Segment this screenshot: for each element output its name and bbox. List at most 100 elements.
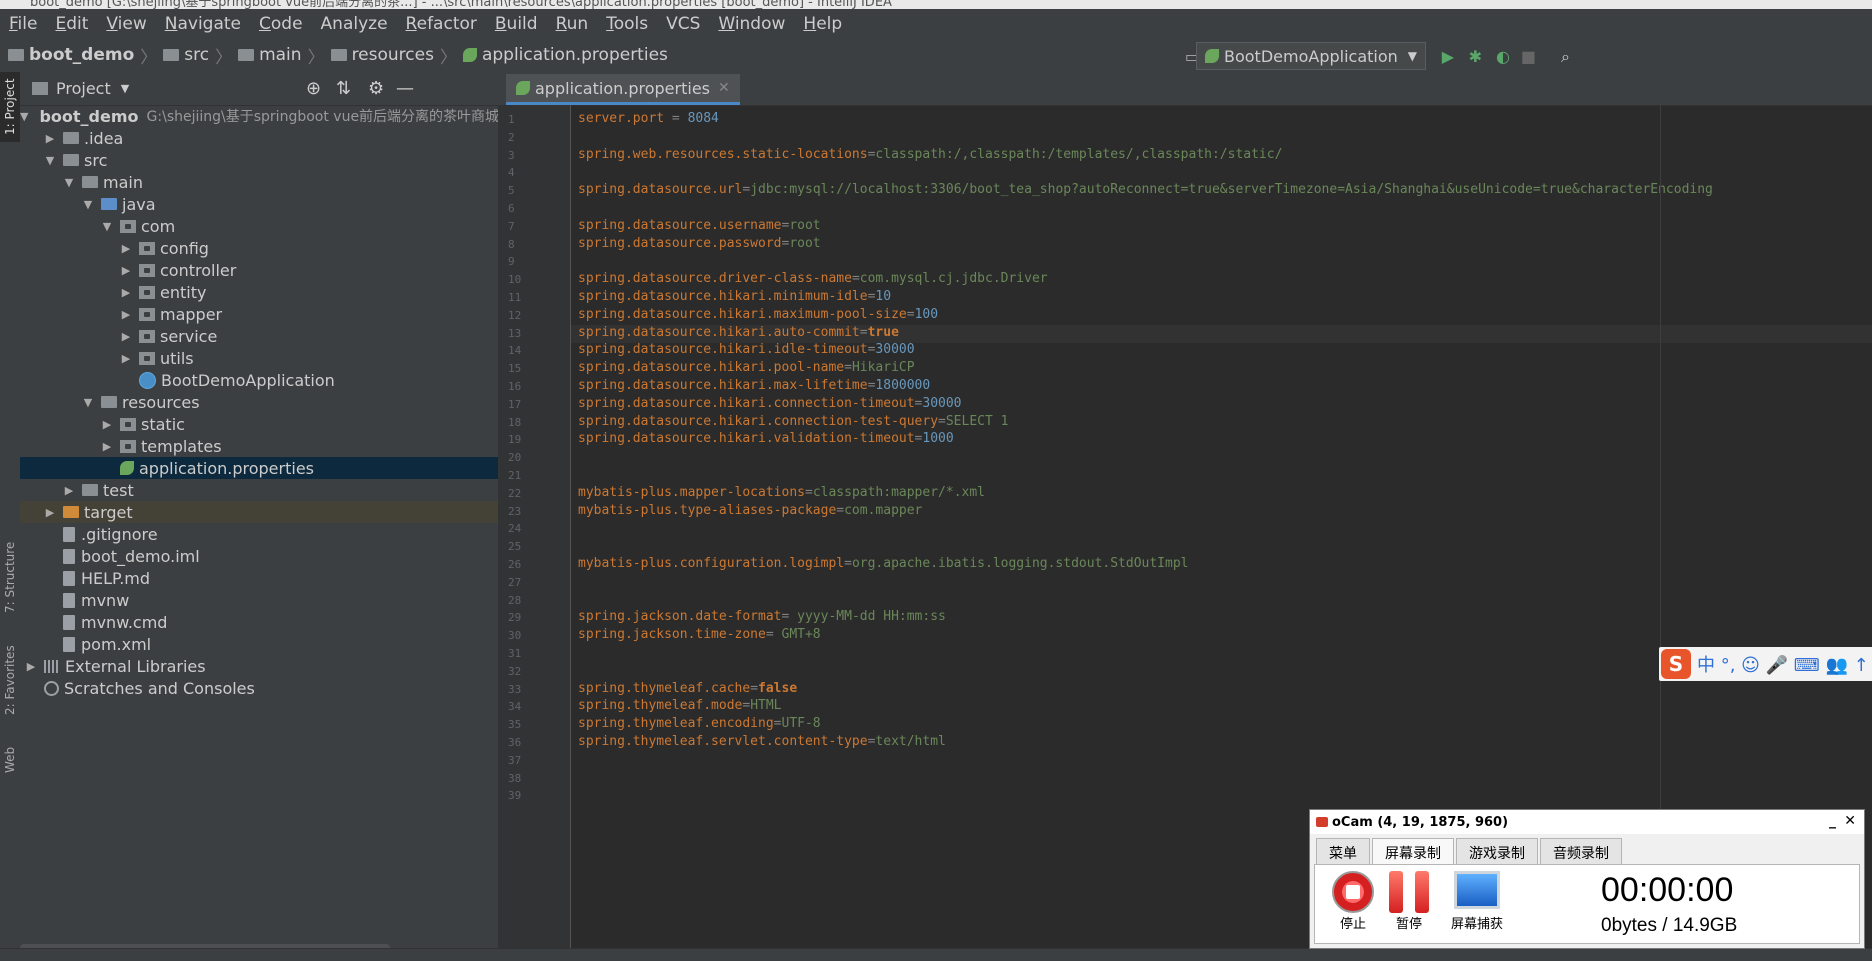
collapsed-arrow-icon[interactable]: ▶: [119, 286, 133, 299]
project-panel-title[interactable]: Project: [56, 79, 111, 98]
ime-toolbar[interactable]: S 中 °, ☺ 🎤 ⌨ 👥 ↑: [1659, 647, 1872, 681]
folder-icon: [8, 49, 24, 61]
expanded-arrow-icon[interactable]: ▼: [62, 176, 76, 189]
minimize-icon[interactable]: _: [1829, 813, 1836, 829]
tree-item-bootdemoapplication[interactable]: BootDemoApplication: [20, 369, 498, 391]
tree-item-scratches-and-consoles[interactable]: Scratches and Consoles: [20, 677, 498, 699]
property-separator: =: [844, 360, 852, 376]
tree-item-config[interactable]: ▶ config: [20, 237, 498, 259]
breadcrumb-item[interactable]: src: [184, 45, 209, 65]
tree-item-utils[interactable]: ▶ utils: [20, 347, 498, 369]
collapsed-arrow-icon[interactable]: ▶: [119, 308, 133, 321]
stop-button[interactable]: 停止: [1323, 871, 1383, 932]
menu-build[interactable]: Build: [486, 14, 547, 34]
collapsed-arrow-icon[interactable]: ▶: [24, 660, 38, 673]
collapsed-arrow-icon[interactable]: ▶: [119, 242, 133, 255]
stop-icon[interactable]: ■: [1521, 47, 1536, 66]
tree-item-boot-demo[interactable]: ▼ boot_demo G:\shejiing\基于springboot vue前后…: [20, 105, 499, 127]
tree-item-controller[interactable]: ▶ controller: [20, 259, 498, 281]
tree-item-java[interactable]: ▼ java: [20, 193, 498, 215]
breadcrumb-item[interactable]: resources: [352, 45, 434, 65]
coverage-icon[interactable]: ◐: [1496, 47, 1510, 66]
expanded-arrow-icon[interactable]: ▼: [81, 198, 95, 211]
menu-view[interactable]: View: [97, 14, 155, 34]
breadcrumb-separator: 〉: [215, 47, 233, 68]
menu-vcs[interactable]: VCS: [657, 14, 709, 34]
menu-help[interactable]: Help: [794, 14, 851, 34]
menu-file[interactable]: File: [0, 14, 46, 34]
ime-glyphs[interactable]: 中 °, ☺ 🎤 ⌨ 👥 ↑: [1697, 651, 1869, 677]
gear-icon[interactable]: ⚙: [368, 78, 384, 99]
tree-item-service[interactable]: ▶ service: [20, 325, 498, 347]
breadcrumb-item[interactable]: application.properties: [482, 45, 668, 65]
line-number: 17: [508, 397, 522, 411]
breadcrumb-item[interactable]: main: [259, 45, 301, 65]
expanded-arrow-icon[interactable]: ▼: [20, 110, 28, 123]
collapsed-arrow-icon[interactable]: ▶: [100, 440, 114, 453]
menu-run[interactable]: Run: [547, 14, 598, 34]
tree-item-mapper[interactable]: ▶ mapper: [20, 303, 498, 325]
tree-item-boot-demo-iml[interactable]: boot_demo.iml: [20, 545, 498, 567]
hide-icon[interactable]: —: [396, 78, 414, 99]
menu-tools[interactable]: Tools: [597, 14, 657, 34]
expanded-arrow-icon[interactable]: ▼: [100, 220, 114, 233]
run-icon[interactable]: ▶: [1442, 47, 1454, 66]
file-icon: [63, 614, 75, 630]
menu-edit[interactable]: Edit: [46, 14, 97, 34]
tree-item--idea[interactable]: ▶ .idea: [20, 127, 498, 149]
line-number: 23: [508, 504, 522, 518]
tree-item-src[interactable]: ▼ src: [20, 149, 498, 171]
debug-icon[interactable]: ✱: [1469, 47, 1482, 66]
breadcrumb-item[interactable]: boot_demo: [29, 45, 134, 65]
collapse-all-icon[interactable]: ⇅: [336, 78, 351, 99]
collapsed-arrow-icon[interactable]: ▶: [100, 418, 114, 431]
pause-button[interactable]: 暂停: [1379, 871, 1439, 932]
tree-item-static[interactable]: ▶ static: [20, 413, 498, 435]
chevron-down-icon: ▼: [1407, 49, 1417, 63]
menu-analyze[interactable]: Analyze: [312, 14, 397, 34]
tree-item-help-md[interactable]: HELP.md: [20, 567, 498, 589]
collapsed-arrow-icon[interactable]: ▶: [43, 132, 57, 145]
close-icon[interactable]: ✕: [718, 80, 730, 96]
tree-item-label: utils: [160, 348, 194, 368]
tree-item-test[interactable]: ▶ test: [20, 479, 498, 501]
expanded-arrow-icon[interactable]: ▼: [81, 396, 95, 409]
collapsed-arrow-icon[interactable]: ▶: [43, 506, 57, 519]
tree-item--gitignore[interactable]: .gitignore: [20, 523, 498, 545]
window-title-bar: boot_demo [G:\shejiing\基于springboot vue前…: [0, 0, 1872, 9]
tree-item-application-properties[interactable]: application.properties: [20, 457, 498, 479]
run-configuration-select[interactable]: BootDemoApplication ▼: [1196, 42, 1426, 70]
tree-item-mvnw[interactable]: mvnw: [20, 589, 498, 611]
menu-refactor[interactable]: Refactor: [397, 14, 486, 34]
menu-code[interactable]: Code: [250, 14, 312, 34]
expanded-arrow-icon[interactable]: ▼: [43, 154, 57, 167]
tree-item-main[interactable]: ▼ main: [20, 171, 498, 193]
search-icon[interactable]: ⌕: [1561, 47, 1570, 67]
tree-item-mvnw-cmd[interactable]: mvnw.cmd: [20, 611, 498, 633]
tree-item-target[interactable]: ▶ target: [20, 501, 498, 523]
locate-icon[interactable]: ⊕: [306, 78, 321, 99]
camera-icon: [1316, 817, 1328, 827]
tool-tab-web[interactable]: Web: [0, 738, 20, 782]
tool-tab-project[interactable]: 1: Project: [0, 72, 20, 142]
tree-item-templates[interactable]: ▶ templates: [20, 435, 498, 457]
tree-item-pom-xml[interactable]: pom.xml: [20, 633, 498, 655]
menu-window[interactable]: Window: [709, 14, 794, 34]
tree-item-entity[interactable]: ▶ entity: [20, 281, 498, 303]
collapsed-arrow-icon[interactable]: ▶: [119, 264, 133, 277]
tree-item-resources[interactable]: ▼ resources: [20, 391, 498, 413]
chevron-down-icon[interactable]: ▼: [121, 82, 129, 95]
tool-tab-favorites[interactable]: 2: Favorites: [0, 640, 20, 720]
close-icon[interactable]: ✕: [1844, 813, 1856, 829]
menu-navigate[interactable]: Navigate: [156, 14, 250, 34]
tree-item-com[interactable]: ▼ com: [20, 215, 498, 237]
editor-tab-application-properties[interactable]: application.properties ✕: [506, 74, 740, 105]
property-key: spring.web.resources.static-locations: [578, 146, 868, 162]
property-key: spring.thymeleaf.cache: [578, 680, 751, 696]
collapsed-arrow-icon[interactable]: ▶: [119, 352, 133, 365]
tree-item-external-libraries[interactable]: ▶ External Libraries: [20, 655, 498, 677]
screen-capture-button[interactable]: 屏幕捕获: [1439, 871, 1515, 932]
collapsed-arrow-icon[interactable]: ▶: [62, 484, 76, 497]
tool-tab-structure[interactable]: 7: Structure: [0, 532, 20, 622]
collapsed-arrow-icon[interactable]: ▶: [119, 330, 133, 343]
